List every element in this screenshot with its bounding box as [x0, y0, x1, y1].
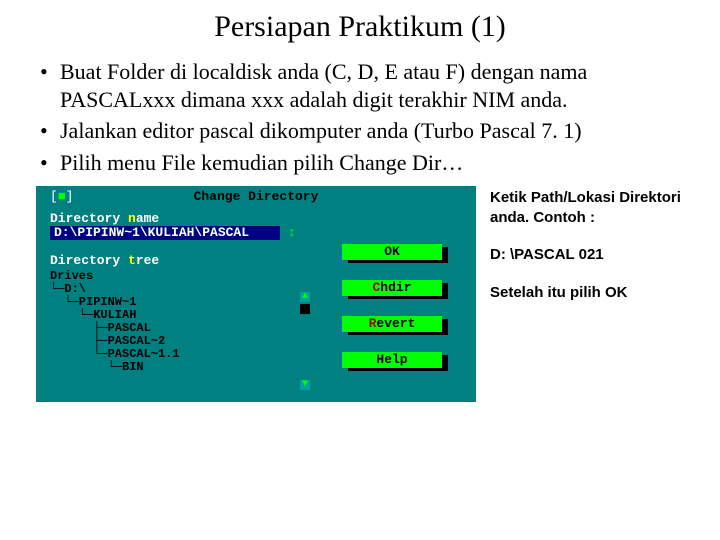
dialog-title: Change Directory: [36, 190, 476, 204]
chdir-button[interactable]: Chdir: [342, 280, 442, 296]
bullet-list: Buat Folder di localdisk anda (C, D, E a…: [36, 58, 684, 176]
revert-button[interactable]: Revert: [342, 316, 442, 332]
tree-scrollbar[interactable]: ▲ ▼: [300, 292, 310, 390]
ok-button[interactable]: OK: [342, 244, 442, 260]
bullet-item: Pilih menu File kemudian pilih Change Di…: [36, 149, 684, 177]
note-line: Ketik Path/Lokasi Direktori anda. Contoh…: [490, 188, 684, 227]
note-line: D: \PASCAL 021: [490, 245, 684, 265]
help-button[interactable]: Help: [342, 352, 442, 368]
bullet-item: Buat Folder di localdisk anda (C, D, E a…: [36, 58, 684, 113]
note-line: Setelah itu pilih OK: [490, 283, 684, 303]
history-arrow-icon[interactable]: ↕: [288, 226, 296, 240]
dir-name-label: Directory name: [50, 212, 462, 226]
page-title: Persiapan Praktikum (1): [36, 10, 684, 44]
directory-input[interactable]: D:\PIPINW~1\KULIAH\PASCAL: [50, 226, 280, 240]
change-dir-dialog: [■] Change Directory Directory name D:\P…: [36, 186, 476, 402]
bullet-item: Jalankan editor pascal dikomputer anda (…: [36, 117, 684, 145]
annotation-notes: Ketik Path/Lokasi Direktori anda. Contoh…: [476, 186, 684, 402]
